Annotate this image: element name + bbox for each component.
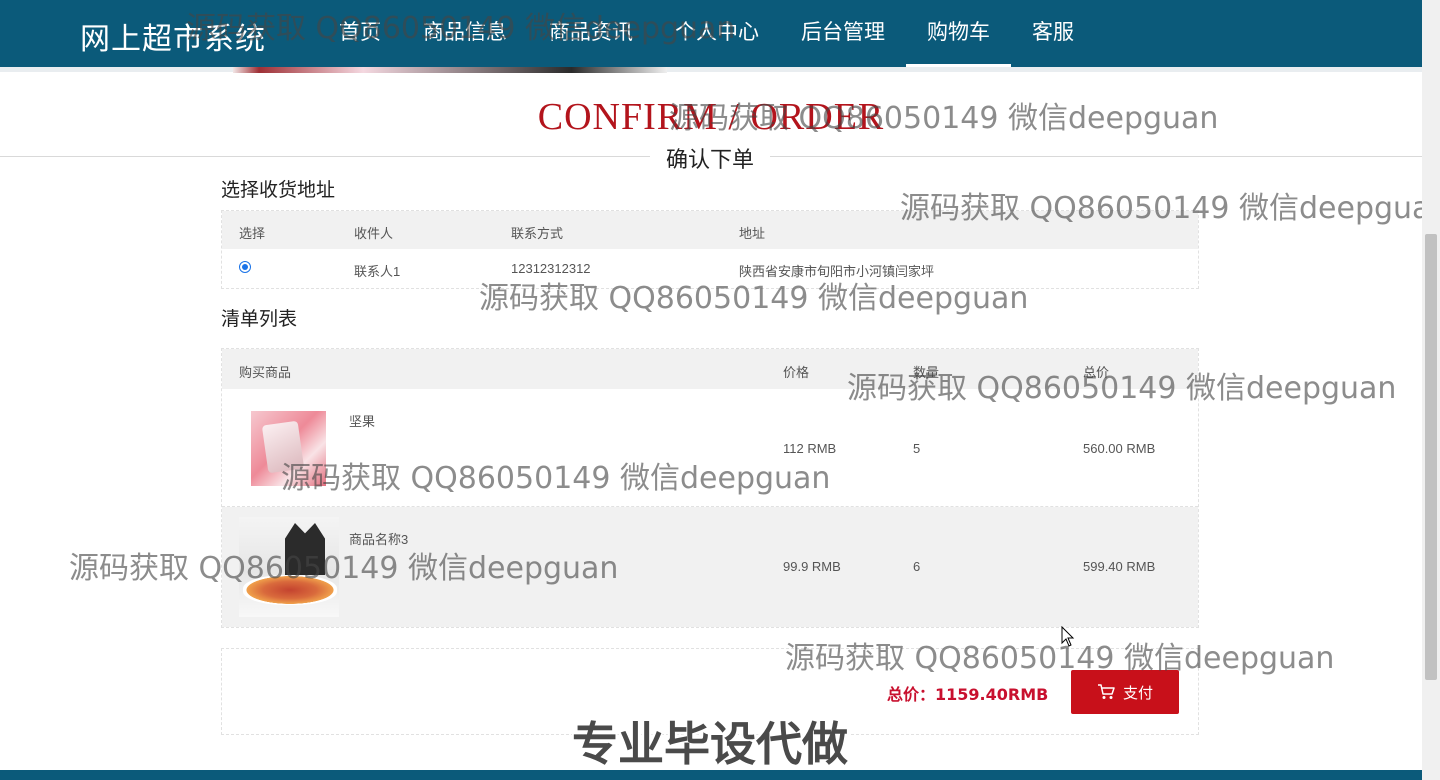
column-header-quantity: 数量 xyxy=(913,365,940,380)
nav-item-home[interactable]: 首页 xyxy=(318,0,402,67)
nav-item-products[interactable]: 商品信息 xyxy=(402,0,528,67)
banner-image-edge xyxy=(233,67,667,73)
promo-watermark: 专业毕设代做 xyxy=(572,717,848,771)
site-brand[interactable]: 网上超市系统 xyxy=(80,14,266,58)
address-radio[interactable] xyxy=(239,261,251,273)
product-name[interactable]: 商品名称3 xyxy=(349,529,408,548)
scrollbar-thumb[interactable] xyxy=(1425,234,1437,680)
product-name[interactable]: 坚果 xyxy=(349,411,375,430)
nav-item-personal-center[interactable]: 个人中心 xyxy=(654,0,780,67)
nav-item-cart[interactable]: 购物车 xyxy=(906,0,1011,67)
product-price: 99.9 RMB xyxy=(783,559,841,574)
page-title-english: CONFIRM / ORDER xyxy=(537,96,885,138)
items-section-title: 清单列表 xyxy=(221,308,298,330)
product-quantity: 5 xyxy=(913,441,921,456)
table-row: 商品名称3 99.9 RMB 6 599.40 RMB xyxy=(222,507,1198,627)
column-header-total: 总价 xyxy=(1083,365,1110,380)
product-thumbnail[interactable] xyxy=(239,517,339,617)
address-row[interactable]: 联系人1 12312312312 陕西省安康市旬阳市小河镇闫家坪 xyxy=(222,249,1198,288)
product-quantity: 6 xyxy=(913,559,921,574)
pay-button[interactable]: 支付 xyxy=(1071,670,1179,714)
address-table: 选择 收件人 联系方式 地址 联系人1 12312312312 陕西省安康市旬阳… xyxy=(221,210,1199,289)
column-header-price: 价格 xyxy=(783,365,810,380)
product-price: 112 RMB xyxy=(783,441,837,456)
header-divider xyxy=(0,67,1422,72)
nav-item-service[interactable]: 客服 xyxy=(1011,0,1095,67)
recipient-address: 陕西省安康市旬阳市小河镇闫家坪 xyxy=(739,264,935,279)
total-price: 总价：1159.40RMB xyxy=(887,685,1049,704)
column-header-contact: 联系方式 xyxy=(511,226,564,241)
address-table-header: 选择 收件人 联系方式 地址 xyxy=(222,211,1198,249)
recipient-phone: 12312312312 xyxy=(511,261,591,276)
recipient-name: 联系人1 xyxy=(354,264,401,279)
column-header-address: 地址 xyxy=(739,226,766,241)
top-navbar: 网上超市系统 首页 商品信息 商品资讯 个人中心 后台管理 购物车 客服 xyxy=(0,0,1422,67)
nav-item-admin[interactable]: 后台管理 xyxy=(780,0,906,67)
cart-icon xyxy=(1097,684,1115,699)
nav-item-news[interactable]: 商品资讯 xyxy=(528,0,654,67)
column-header-select: 选择 xyxy=(239,226,266,241)
items-table-header: 购买商品 价格 数量 总价 xyxy=(222,349,1198,389)
order-items-table: 购买商品 价格 数量 总价 坚果 112 RMB 5 560.00 RMB 商品… xyxy=(221,348,1199,628)
main-nav: 首页 商品信息 商品资讯 个人中心 后台管理 购物车 客服 xyxy=(318,0,1095,67)
product-total: 560.00 RMB xyxy=(1083,441,1156,456)
column-header-recipient: 收件人 xyxy=(354,226,394,241)
page-title-chinese: 确认下单 xyxy=(650,142,770,174)
product-thumbnail[interactable] xyxy=(251,411,326,486)
address-section-title: 选择收货地址 xyxy=(221,179,336,201)
product-total: 599.40 RMB xyxy=(1083,559,1156,574)
table-row: 坚果 112 RMB 5 560.00 RMB xyxy=(222,389,1198,507)
mouse-cursor-icon xyxy=(1061,626,1075,647)
footer-edge xyxy=(0,770,1422,780)
pay-button-label: 支付 xyxy=(1122,683,1153,702)
column-header-product: 购买商品 xyxy=(239,365,292,380)
